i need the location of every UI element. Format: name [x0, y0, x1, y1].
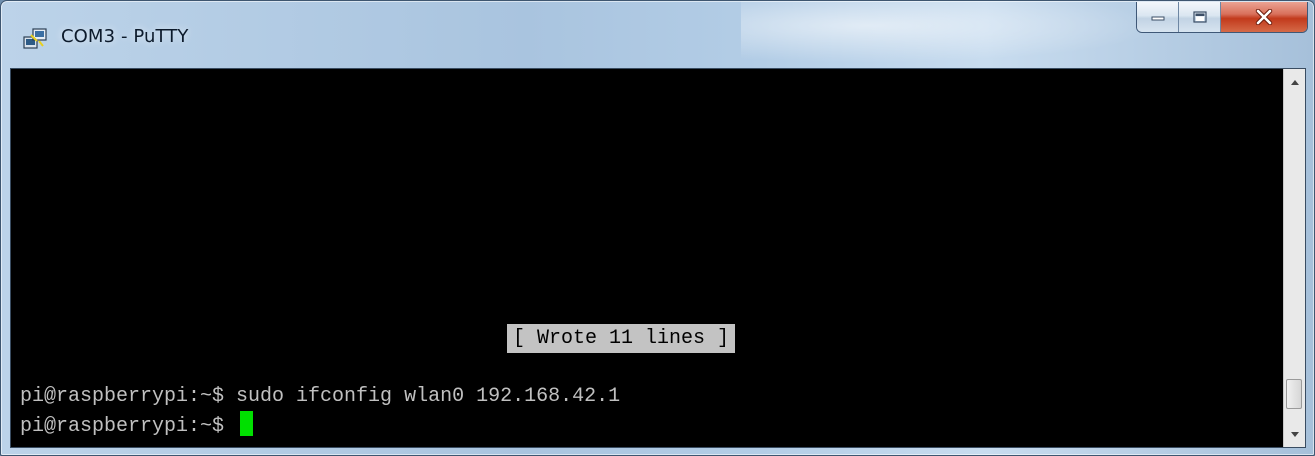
nano-status-message: [ Wrote 11 lines ] [507, 324, 736, 353]
window-controls [1136, 2, 1308, 33]
close-icon [1255, 9, 1273, 25]
minimize-icon [1151, 16, 1164, 21]
terminal-area[interactable]: [ Wrote 11 lines ] pi@raspberrypi:~$ sud… [10, 68, 1306, 448]
terminal-line: pi@raspberrypi:~$ sudo ifconfig wlan0 19… [20, 383, 620, 411]
minimize-button[interactable] [1137, 2, 1179, 32]
arrow-down-icon [1290, 431, 1299, 437]
title-glare [741, 1, 1161, 63]
scrollbar-thumb[interactable] [1286, 379, 1302, 409]
vertical-scrollbar[interactable] [1283, 69, 1305, 447]
terminal-cursor [240, 411, 254, 436]
terminal-prompt: pi@raspberrypi:~$ [20, 415, 237, 438]
close-button[interactable] [1221, 2, 1307, 32]
scroll-up-button[interactable] [1285, 73, 1304, 91]
window-title: COM3 - PuTTY [61, 26, 189, 47]
arrow-up-icon [1290, 79, 1299, 85]
putty-icon[interactable] [23, 27, 49, 51]
terminal-screen[interactable]: [ Wrote 11 lines ] pi@raspberrypi:~$ sud… [11, 69, 1283, 447]
terminal-line: pi@raspberrypi:~$ [20, 411, 254, 441]
terminal-line-text: pi@raspberrypi:~$ sudo ifconfig wlan0 19… [20, 385, 621, 408]
title-bar[interactable]: COM3 - PuTTY [1, 1, 1314, 63]
maximize-button[interactable] [1179, 2, 1221, 32]
putty-window: COM3 - PuTTY [Wrote 11 lines] pi@raspb… [0, 0, 1315, 456]
scroll-down-button[interactable] [1285, 425, 1304, 443]
maximize-icon [1192, 11, 1207, 23]
